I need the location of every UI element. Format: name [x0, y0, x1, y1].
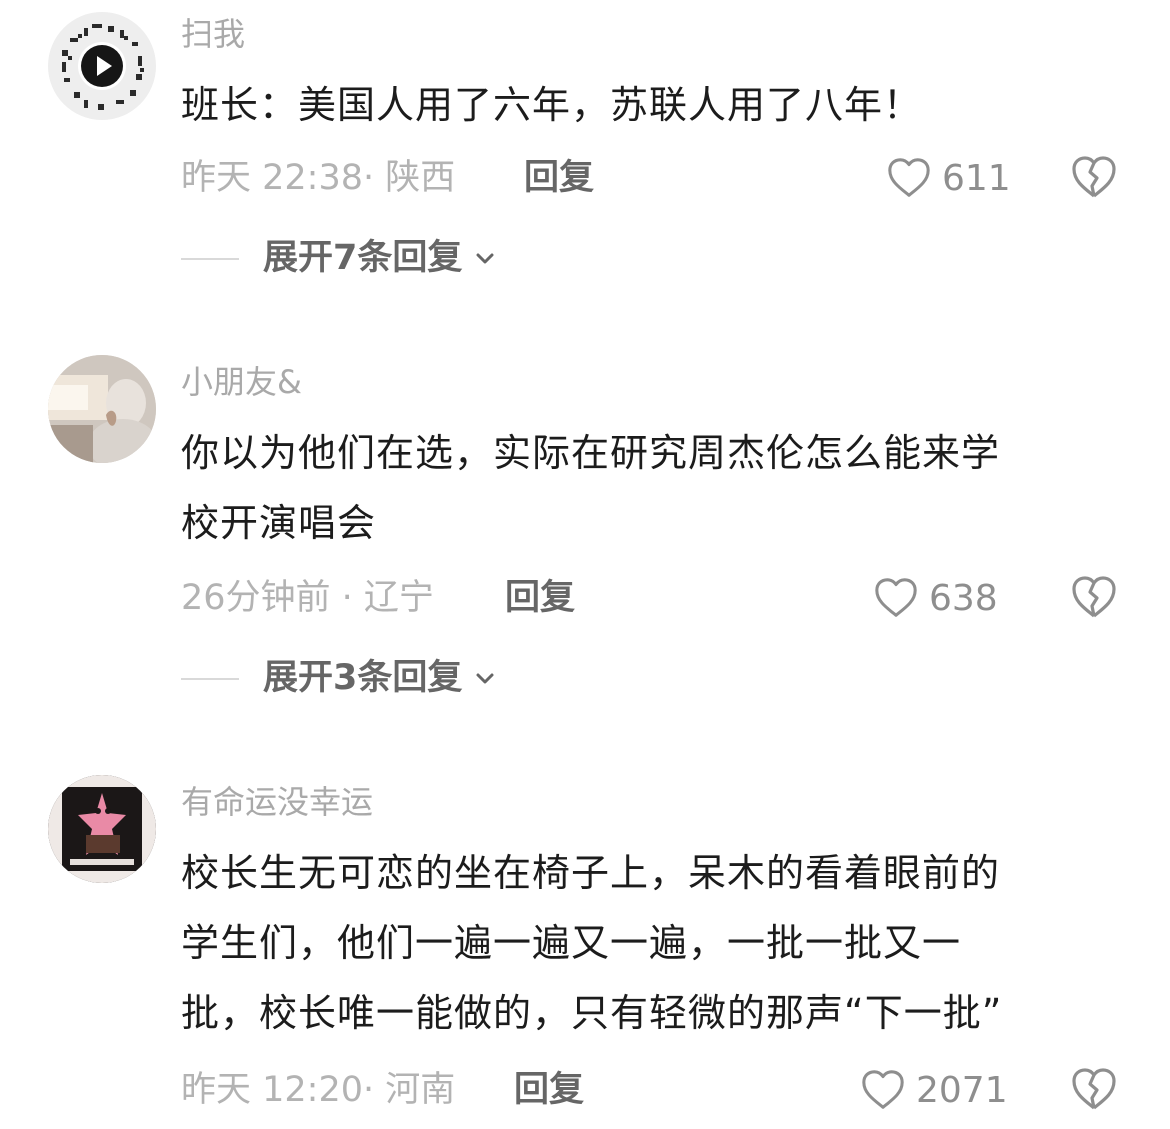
expand-replies-button[interactable]: 展开7条回复 [263, 236, 498, 280]
qr-code-play-icon [48, 12, 156, 120]
heart-outline-icon [862, 1070, 904, 1109]
heart-outline-icon [888, 158, 930, 197]
time-location: 昨天 22:38· 陕西 [181, 158, 456, 198]
username[interactable]: 小朋友& [181, 362, 302, 402]
cartoon-star-avatar [48, 775, 156, 883]
chevron-down-icon [476, 253, 494, 264]
expand-replies-label: 展开3条回复 [263, 658, 463, 698]
like-count: 638 [929, 577, 998, 619]
expand-replies-label: 展开7条回复 [263, 238, 463, 278]
profile-photo [48, 355, 156, 463]
like-count: 2071 [916, 1069, 1008, 1111]
expand-replies-button[interactable]: 展开3条回复 [263, 656, 498, 700]
time-location: 26分钟前 · 辽宁 [181, 578, 434, 618]
broken-heart-icon [1072, 1068, 1116, 1110]
comment-text: 校长生无可恋的坐在椅子上，呆木的看着眼前的 学生们，他们一遍一遍又一遍，一批一批… [181, 851, 1003, 1035]
expand-divider [181, 258, 239, 260]
comment-text: 你以为他们在选，实际在研究周杰伦怎么能来学 校开演唱会 [181, 431, 1001, 545]
like-button[interactable]: 2071 [860, 1066, 1008, 1114]
like-button[interactable]: 611 [886, 154, 1011, 202]
heart-outline-icon [875, 578, 917, 617]
like-button[interactable]: 638 [873, 574, 998, 622]
dislike-button[interactable] [1070, 574, 1118, 620]
reply-button[interactable]: 回复 [524, 156, 594, 200]
like-count: 611 [942, 157, 1011, 199]
reply-button[interactable]: 回复 [514, 1068, 584, 1112]
avatar[interactable] [48, 12, 156, 120]
dislike-button[interactable] [1070, 154, 1118, 200]
comment-text: 班长：美国人用了六年，苏联人用了八年！ [181, 83, 923, 127]
dislike-button[interactable] [1070, 1066, 1118, 1112]
reply-button[interactable]: 回复 [505, 576, 575, 620]
time-location: 昨天 12:20· 河南 [181, 1070, 456, 1110]
avatar[interactable] [48, 355, 156, 463]
avatar[interactable] [48, 775, 156, 883]
username[interactable]: 有命运没幸运 [181, 782, 373, 822]
broken-heart-icon [1072, 576, 1116, 618]
chevron-down-icon [476, 673, 494, 684]
username[interactable]: 扫我 [181, 14, 245, 54]
expand-divider [181, 678, 239, 680]
broken-heart-icon [1072, 156, 1116, 198]
